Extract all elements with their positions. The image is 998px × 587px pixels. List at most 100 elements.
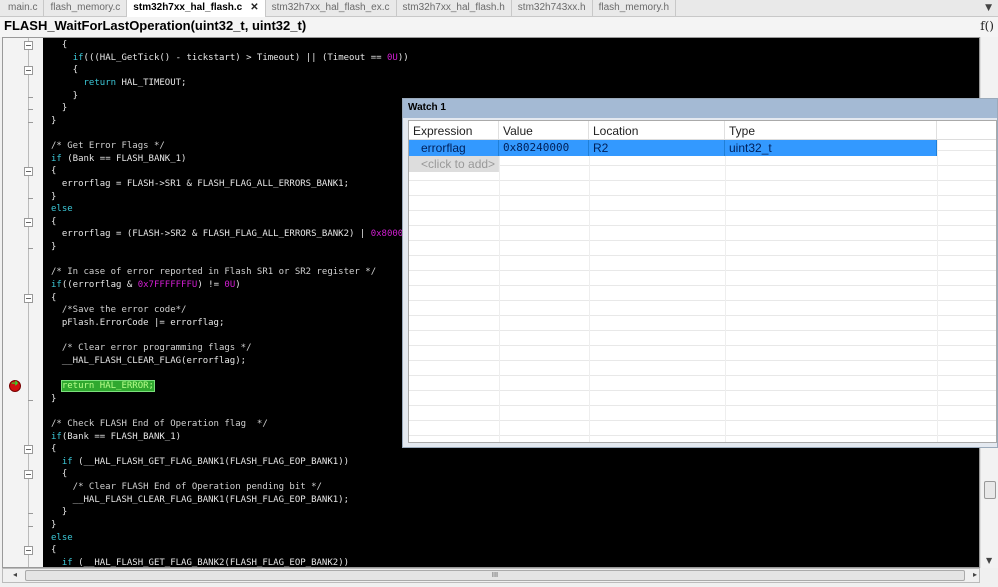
watch-row[interactable]: errorflag 0x80240000 R2 uint32_t — [409, 140, 937, 156]
fold-collapse-icon[interactable] — [24, 445, 33, 455]
comment: /* In case of error reported in Flash SR… — [51, 267, 377, 278]
column-header-type[interactable]: Type — [725, 121, 937, 139]
column-header-expression[interactable]: Expression — [409, 121, 499, 139]
tab-main-c[interactable]: main.c — [2, 0, 45, 17]
code-line[interactable]: } — [51, 393, 56, 406]
tab-label: stm32h7xx_hal_flash_ex.c — [271, 2, 390, 13]
code-line[interactable]: } — [51, 191, 56, 204]
code-line[interactable]: pFlash.ErrorCode |= errorflag; — [51, 317, 225, 330]
function-list-button[interactable]: f() — [980, 19, 994, 33]
fold-end-marker — [28, 399, 33, 401]
code-line[interactable]: } — [51, 115, 56, 128]
tab-flash-memory-h[interactable]: flash_memory.h — [593, 0, 677, 17]
code-text: { — [51, 292, 57, 303]
code-line[interactable]: { — [51, 443, 56, 456]
comment: /* Get Error Flags */ — [51, 141, 165, 152]
fold-collapse-icon[interactable] — [24, 66, 33, 76]
scroll-left-icon[interactable]: ◂ — [13, 570, 17, 579]
column-header-location[interactable]: Location — [589, 121, 725, 139]
tab-flash-memory-c[interactable]: flash_memory.c — [44, 0, 128, 17]
code-text: { — [51, 40, 68, 50]
code-text: (Bank == FLASH_BANK_1) — [61, 153, 187, 164]
code-line[interactable]: if (Bank == FLASH_BANK_1) — [51, 153, 186, 166]
watch-table[interactable]: Expression Value Location Type errorflag… — [408, 120, 997, 443]
watch-expression[interactable]: errorflag — [409, 140, 499, 156]
code-line[interactable]: } — [51, 90, 78, 103]
code-text: pFlash.ErrorCode |= errorflag; — [51, 317, 225, 328]
code-text: { — [51, 65, 79, 76]
code-line[interactable]: errorflag = (FLASH->SR2 & FLASH_FLAG_ALL… — [51, 228, 436, 241]
function-title[interactable]: FLASH_WaitForLastOperation(uint32_t, uin… — [4, 18, 306, 33]
fold-collapse-icon[interactable] — [24, 546, 33, 556]
keyword: if — [72, 52, 84, 63]
tab-list-dropdown-icon[interactable]: ▼ — [985, 3, 992, 13]
editor-gutter[interactable] — [3, 38, 43, 567]
fold-collapse-icon[interactable] — [24, 293, 33, 303]
vertical-scroll-thumb[interactable] — [984, 481, 996, 499]
fold-collapse-icon[interactable] — [24, 217, 33, 227]
code-line[interactable]: } — [51, 519, 56, 532]
tab-stm32h7xx-hal-flash-h[interactable]: stm32h7xx_hal_flash.h — [397, 0, 512, 17]
close-tab-icon[interactable]: ✕ — [250, 2, 258, 13]
code-text: errorflag = FLASH->SR1 & FLASH_FLAG_ALL_… — [51, 178, 350, 189]
column-header-value[interactable]: Value — [499, 121, 589, 139]
code-line[interactable]: /* In case of error reported in Flash SR… — [51, 266, 376, 279]
tab-label: main.c — [8, 2, 38, 13]
current-line[interactable]: return HAL_ERROR; — [51, 380, 155, 393]
tab-stm32h7xx-hal-flash-c[interactable]: stm32h7xx_hal_flash.c ✕ — [127, 0, 266, 17]
keyword: if — [51, 279, 62, 290]
code-line[interactable]: /* Clear FLASH End of Operation pending … — [51, 481, 322, 494]
code-text: { — [51, 545, 57, 556]
column-divider — [725, 140, 726, 442]
scroll-right-icon[interactable]: ▸ — [973, 570, 977, 579]
code-line[interactable]: { — [51, 292, 56, 305]
watch-value[interactable]: 0x80240000 — [499, 140, 589, 156]
fold-end-marker — [28, 248, 33, 250]
code-line[interactable]: } — [51, 506, 67, 519]
code-line[interactable]: /* Clear error programming flags */ — [51, 342, 252, 355]
code-line[interactable]: { — [51, 544, 56, 557]
fold-end-marker — [28, 197, 33, 199]
code-line[interactable]: else — [51, 203, 73, 216]
watch-title[interactable]: Watch 1 — [403, 99, 997, 118]
tab-stm32h7xx-hal-flash-ex-c[interactable]: stm32h7xx_hal_flash_ex.c — [266, 0, 397, 17]
code-line[interactable]: { — [51, 165, 56, 178]
code-line[interactable]: /*Save the error code*/ — [51, 304, 187, 317]
code-text: ) != — [197, 279, 225, 290]
scroll-down-icon[interactable]: ▼ — [986, 556, 992, 565]
code-line[interactable]: if (__HAL_FLASH_GET_FLAG_BANK1(FLASH_FLA… — [51, 456, 349, 469]
fold-collapse-icon[interactable] — [24, 41, 33, 50]
code-line[interactable]: { — [51, 39, 67, 52]
code-line[interactable]: if (__HAL_FLASH_GET_FLAG_BANK2(FLASH_FLA… — [51, 557, 349, 567]
code-line[interactable]: if(((HAL_GetTick() - tickstart) > Timeou… — [51, 52, 409, 65]
code-text: (Bank == FLASH_BANK_1) — [61, 431, 182, 442]
code-line[interactable]: errorflag = FLASH->SR1 & FLASH_FLAG_ALL_… — [51, 178, 349, 191]
fold-end-marker — [28, 96, 33, 98]
code-line[interactable]: /* Get Error Flags */ — [51, 140, 165, 153]
code-line[interactable]: __HAL_FLASH_CLEAR_FLAG_BANK1(FLASH_FLAG_… — [51, 494, 349, 507]
code-text: } — [51, 103, 68, 114]
horizontal-scrollbar[interactable]: ◂ III ▸ — [2, 568, 980, 583]
code-line[interactable]: return HAL_TIMEOUT; — [51, 77, 187, 90]
keyword: else — [51, 532, 73, 543]
code-line[interactable]: else — [51, 532, 73, 545]
code-line[interactable]: /* Check FLASH End of Operation flag */ — [51, 418, 268, 431]
code-line[interactable]: __HAL_FLASH_CLEAR_FLAG(errorflag); — [51, 355, 246, 368]
code-line[interactable]: { — [51, 468, 67, 481]
code-text: HAL_TIMEOUT; — [116, 77, 187, 88]
fold-collapse-icon[interactable] — [24, 470, 33, 480]
horizontal-scroll-thumb[interactable]: III — [25, 570, 965, 581]
code-line[interactable]: } — [51, 241, 56, 254]
code-line[interactable]: } — [51, 102, 67, 115]
code-line[interactable]: { — [51, 64, 78, 77]
code-line[interactable]: if(Bank == FLASH_BANK_1) — [51, 431, 181, 444]
code-line[interactable]: if((errorflag & 0x7FFFFFFFU) != 0U) — [51, 279, 241, 292]
tab-stm32h743xx-h[interactable]: stm32h743xx.h — [512, 0, 593, 17]
watch-add-row[interactable]: <click to add> — [409, 156, 499, 172]
breakpoint-current-position-icon[interactable] — [9, 379, 21, 392]
number-literal: 0U — [386, 52, 398, 63]
code-line[interactable]: { — [51, 216, 56, 229]
fold-collapse-icon[interactable] — [24, 167, 33, 177]
click-to-add-input[interactable]: <click to add> — [409, 156, 499, 172]
